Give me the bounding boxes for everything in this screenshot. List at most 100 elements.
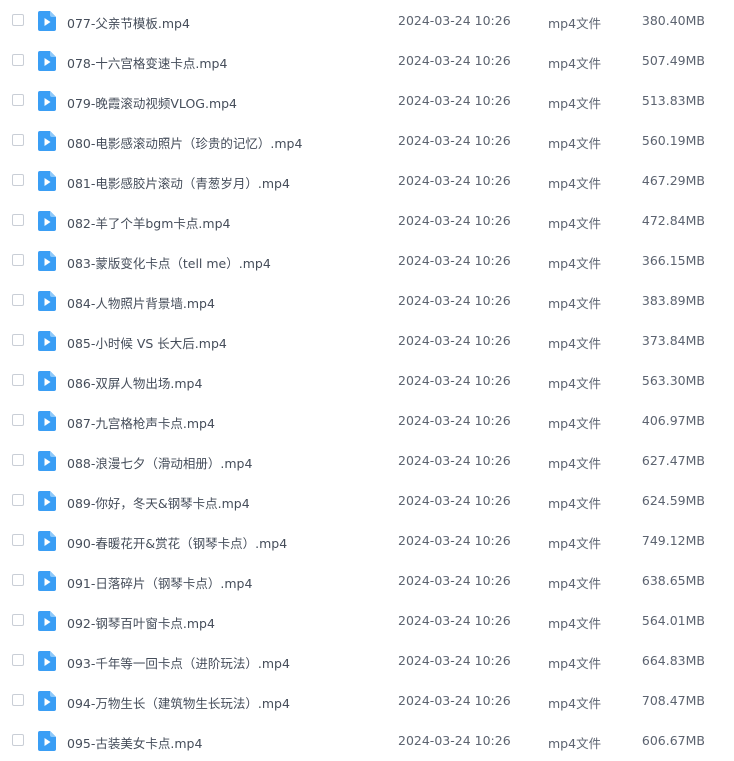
row-checkbox[interactable] bbox=[12, 414, 24, 426]
file-row[interactable]: 086-双屏人物出场.mp4 2024-03-24 10:26 mp4文件 563.3… bbox=[0, 361, 734, 401]
file-modified-date: 2024-03-24 10:26 bbox=[398, 333, 511, 348]
file-modified-date: 2024-03-24 10:26 bbox=[398, 453, 511, 468]
file-row[interactable]: 083-蒙版变化卡点（tell me）.mp4 2024-03-24 10:26 m… bbox=[0, 241, 734, 281]
row-checkbox[interactable] bbox=[12, 14, 24, 26]
file-row[interactable]: 088-浪漫七夕（滑动相册）.mp4 2024-03-24 10:26 mp4文件 6… bbox=[0, 441, 734, 481]
file-size: 708.47MB bbox=[641, 693, 705, 708]
file-name[interactable]: 089-你好，冬天&钢琴卡点.mp4 bbox=[67, 493, 250, 512]
file-row[interactable]: 090-春暖花开&赏花（钢琴卡点）.mp4 2024-03-24 10:26 mp4… bbox=[0, 521, 734, 561]
file-size: 749.12MB bbox=[641, 533, 705, 548]
file-modified-date: 2024-03-24 10:26 bbox=[398, 533, 511, 548]
file-row[interactable]: 077-父亲节模板.mp4 2024-03-24 10:26 mp4文件 380.40… bbox=[0, 1, 734, 41]
file-type: mp4文件 bbox=[548, 536, 602, 551]
file-type: mp4文件 bbox=[548, 216, 602, 231]
file-row[interactable]: 095-古装美女卡点.mp4 2024-03-24 10:26 mp4文件 606.6… bbox=[0, 721, 734, 761]
video-file-icon bbox=[38, 91, 56, 111]
file-name[interactable]: 094-万物生长（建筑物生长玩法）.mp4 bbox=[67, 693, 290, 712]
row-checkbox[interactable] bbox=[12, 494, 24, 506]
video-file-icon bbox=[38, 211, 56, 231]
file-modified-date: 2024-03-24 10:26 bbox=[398, 53, 511, 68]
row-checkbox[interactable] bbox=[12, 654, 24, 666]
file-row[interactable]: 092-钢琴百叶窗卡点.mp4 2024-03-24 10:26 mp4文件 564.… bbox=[0, 601, 734, 641]
video-file-icon bbox=[38, 171, 56, 191]
file-name[interactable]: 092-钢琴百叶窗卡点.mp4 bbox=[67, 613, 215, 632]
file-name[interactable]: 080-电影感滚动照片（珍贵的记忆）.mp4 bbox=[67, 133, 302, 152]
row-checkbox[interactable] bbox=[12, 174, 24, 186]
file-size: 507.49MB bbox=[641, 53, 705, 68]
row-checkbox[interactable] bbox=[12, 574, 24, 586]
row-checkbox[interactable] bbox=[12, 134, 24, 146]
file-modified-date: 2024-03-24 10:26 bbox=[398, 693, 511, 708]
file-name[interactable]: 088-浪漫七夕（滑动相册）.mp4 bbox=[67, 453, 252, 472]
file-row[interactable]: 094-万物生长（建筑物生长玩法）.mp4 2024-03-24 10:26 mp4… bbox=[0, 681, 734, 721]
row-checkbox[interactable] bbox=[12, 214, 24, 226]
video-file-icon bbox=[38, 491, 56, 511]
row-checkbox[interactable] bbox=[12, 334, 24, 346]
file-name[interactable]: 079-晚霞滚动视频VLOG.mp4 bbox=[67, 93, 237, 112]
file-type: mp4文件 bbox=[548, 256, 602, 271]
file-size: 638.65MB bbox=[641, 573, 705, 588]
file-modified-date: 2024-03-24 10:26 bbox=[398, 613, 511, 628]
file-modified-date: 2024-03-24 10:26 bbox=[398, 133, 511, 148]
file-type: mp4文件 bbox=[548, 96, 602, 111]
file-size: 472.84MB bbox=[641, 213, 705, 228]
row-checkbox[interactable] bbox=[12, 94, 24, 106]
file-type: mp4文件 bbox=[548, 376, 602, 391]
file-row[interactable]: 082-羊了个羊bgm卡点.mp4 2024-03-24 10:26 mp4文件 47… bbox=[0, 201, 734, 241]
file-type: mp4文件 bbox=[548, 496, 602, 511]
file-type: mp4文件 bbox=[548, 696, 602, 711]
row-checkbox[interactable] bbox=[12, 614, 24, 626]
row-checkbox[interactable] bbox=[12, 54, 24, 66]
file-row[interactable]: 081-电影感胶片滚动（青葱岁月）.mp4 2024-03-24 10:26 mp4… bbox=[0, 161, 734, 201]
video-file-icon bbox=[38, 731, 56, 751]
file-name[interactable]: 093-千年等一回卡点（进阶玩法）.mp4 bbox=[67, 653, 290, 672]
file-size: 406.97MB bbox=[641, 413, 705, 428]
file-name[interactable]: 078-十六宫格变速卡点.mp4 bbox=[67, 53, 227, 72]
file-name[interactable]: 084-人物照片背景墙.mp4 bbox=[67, 293, 215, 312]
row-checkbox[interactable] bbox=[12, 294, 24, 306]
file-name[interactable]: 095-古装美女卡点.mp4 bbox=[67, 733, 202, 752]
file-name[interactable]: 090-春暖花开&赏花（钢琴卡点）.mp4 bbox=[67, 533, 287, 552]
file-row[interactable]: 085-小时候 VS 长大后.mp4 2024-03-24 10:26 mp4文件 3… bbox=[0, 321, 734, 361]
file-row[interactable]: 084-人物照片背景墙.mp4 2024-03-24 10:26 mp4文件 383.… bbox=[0, 281, 734, 321]
file-modified-date: 2024-03-24 10:26 bbox=[398, 733, 511, 748]
file-size: 627.47MB bbox=[641, 453, 705, 468]
video-file-icon bbox=[38, 611, 56, 631]
file-row[interactable]: 087-九宫格枪声卡点.mp4 2024-03-24 10:26 mp4文件 406.… bbox=[0, 401, 734, 441]
file-name[interactable]: 081-电影感胶片滚动（青葱岁月）.mp4 bbox=[67, 173, 290, 192]
file-name[interactable]: 077-父亲节模板.mp4 bbox=[67, 13, 190, 32]
row-checkbox[interactable] bbox=[12, 534, 24, 546]
row-checkbox[interactable] bbox=[12, 454, 24, 466]
row-checkbox[interactable] bbox=[12, 694, 24, 706]
file-row[interactable]: 080-电影感滚动照片（珍贵的记忆）.mp4 2024-03-24 10:26 mp… bbox=[0, 121, 734, 161]
file-modified-date: 2024-03-24 10:26 bbox=[398, 253, 511, 268]
file-row[interactable]: 078-十六宫格变速卡点.mp4 2024-03-24 10:26 mp4文件 507… bbox=[0, 41, 734, 81]
file-name[interactable]: 083-蒙版变化卡点（tell me）.mp4 bbox=[67, 253, 271, 272]
file-row[interactable]: 091-日落碎片（钢琴卡点）.mp4 2024-03-24 10:26 mp4文件 6… bbox=[0, 561, 734, 601]
file-name[interactable]: 091-日落碎片（钢琴卡点）.mp4 bbox=[67, 573, 252, 592]
file-row[interactable]: 089-你好，冬天&钢琴卡点.mp4 2024-03-24 10:26 mp4文件 6… bbox=[0, 481, 734, 521]
file-type: mp4文件 bbox=[548, 456, 602, 471]
file-modified-date: 2024-03-24 10:26 bbox=[398, 13, 511, 28]
file-name[interactable]: 087-九宫格枪声卡点.mp4 bbox=[67, 413, 215, 432]
video-file-icon bbox=[38, 651, 56, 671]
video-file-icon bbox=[38, 331, 56, 351]
row-checkbox[interactable] bbox=[12, 374, 24, 386]
file-row[interactable]: 093-千年等一回卡点（进阶玩法）.mp4 2024-03-24 10:26 mp4… bbox=[0, 641, 734, 681]
file-modified-date: 2024-03-24 10:26 bbox=[398, 213, 511, 228]
file-modified-date: 2024-03-24 10:26 bbox=[398, 413, 511, 428]
row-checkbox[interactable] bbox=[12, 734, 24, 746]
video-file-icon bbox=[38, 11, 56, 31]
file-size: 380.40MB bbox=[641, 13, 705, 28]
file-type: mp4文件 bbox=[548, 616, 602, 631]
video-file-icon bbox=[38, 531, 56, 551]
file-type: mp4文件 bbox=[548, 176, 602, 191]
file-size: 664.83MB bbox=[641, 653, 705, 668]
file-row[interactable]: 079-晚霞滚动视频VLOG.mp4 2024-03-24 10:26 mp4文件 5… bbox=[0, 81, 734, 121]
file-type: mp4文件 bbox=[548, 656, 602, 671]
file-name[interactable]: 082-羊了个羊bgm卡点.mp4 bbox=[67, 213, 230, 232]
video-file-icon bbox=[38, 691, 56, 711]
row-checkbox[interactable] bbox=[12, 254, 24, 266]
file-name[interactable]: 085-小时候 VS 长大后.mp4 bbox=[67, 333, 227, 352]
file-name[interactable]: 086-双屏人物出场.mp4 bbox=[67, 373, 202, 392]
